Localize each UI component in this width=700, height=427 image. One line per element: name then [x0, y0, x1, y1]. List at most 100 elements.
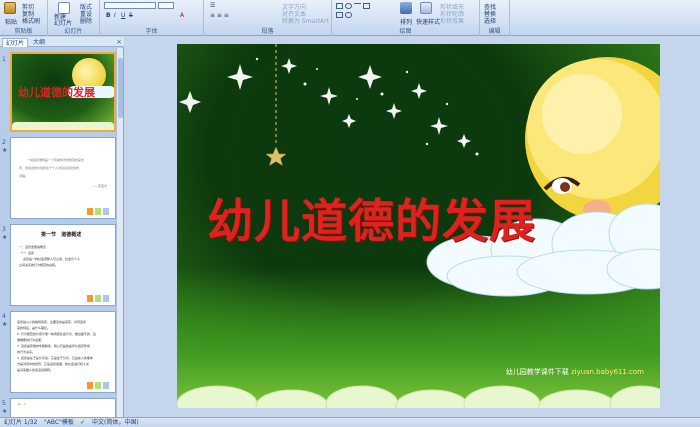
pane-scrollbar[interactable] — [116, 48, 123, 417]
slide-canvas: 幼儿道德的发展 幼儿园教学课件下载 ziyuan.baby611.com — [125, 37, 700, 417]
thumb-text: ——皮亚杰 — [91, 184, 107, 188]
slide-thumbnail-2[interactable]: 一种道德准则是一个有独特市场规范的来世 界，但道德的价值却在于个人对自身道德性修… — [10, 137, 116, 219]
thumb-text: 果推断的行为后果。 — [17, 338, 45, 342]
slide-thumbnail-5[interactable]: ✦ ✧ — [10, 398, 116, 417]
sparkle-icon — [179, 57, 479, 156]
animation-star-icon: ★ — [2, 234, 8, 241]
scrollbar-thumb[interactable] — [118, 58, 123, 118]
group-label-slides: 幻灯片 — [64, 28, 83, 35]
close-icon[interactable]: × — [116, 37, 122, 47]
group-label-drawing: 绘图 — [399, 28, 412, 35]
arrange-button[interactable]: 排列 — [400, 17, 412, 26]
ribbon: 粘贴 剪切 复制 格式刷 剪贴板 新建 幻灯片 版式 重设 删除 幻灯片 B I… — [0, 0, 700, 36]
slide-thumbnail-3[interactable]: 第一节 道德概述 一、道德含義與概念 （一）道德 道德是一种社会调整人们之间、社… — [10, 224, 116, 306]
bullets-icon[interactable]: ☰ — [210, 2, 215, 9]
thumb-text: 4. 道德是在于是分享运，它是在于分享，它是在人的事体 — [17, 356, 93, 360]
align-icon[interactable]: ≡ ≡ ≡ — [210, 12, 229, 19]
shape-arrow-icon[interactable] — [363, 3, 370, 9]
convert-smartart-button[interactable]: 转换为 SmartArt — [282, 16, 329, 25]
ribbon-group-slides: 新建 幻灯片 版式 重设 删除 幻灯片 — [48, 0, 100, 36]
ribbon-group-editing: 查找 替换 选择 编辑 — [480, 0, 510, 36]
thumb-text: 方是对待中的世界，它是道德发展，新社会进行机人文 — [17, 362, 90, 366]
shape-oval-icon[interactable] — [345, 3, 352, 9]
thumb-decoration — [87, 382, 111, 389]
thumb-text: 2. 行为规范的价值与准一种调控社会行为，做出做不的，后 — [17, 332, 96, 336]
tab-outline[interactable]: 大纲 — [30, 38, 48, 47]
group-label-clipboard: 剪贴板 — [14, 28, 33, 35]
bold-button[interactable]: B — [106, 12, 111, 19]
slide-number: 4 — [2, 313, 6, 320]
ribbon-group-clipboard: 粘贴 剪切 复制 格式刷 剪贴板 — [0, 0, 48, 36]
spellcheck-icon[interactable]: ✓ — [80, 418, 85, 427]
format-painter-button[interactable]: 格式刷 — [22, 16, 40, 25]
font-color-button[interactable]: A — [180, 12, 184, 19]
footer-label: 幼儿园教学课件下载 — [505, 368, 569, 376]
current-slide[interactable]: 幼儿道德的发展 幼儿园教学课件下载 ziyuan.baby611.com — [177, 44, 660, 408]
tab-slides[interactable]: 幻灯片 — [2, 38, 29, 47]
thumb-text: 道德是以人的独特来原，主要靠的是来原、对待道德 — [17, 320, 87, 324]
slide-thumbnail-4[interactable]: 道德是以人的独特来原，主要靠的是来原、对待道德 来的特征，是什么理论。 2. 行… — [10, 311, 116, 393]
thumb-text: 之间关系的行为规范的总和。 — [19, 263, 59, 267]
thumb-text: （一）道德 — [19, 251, 35, 255]
thumb-decoration — [87, 208, 111, 215]
slide-count: 幻灯片 1/32 — [4, 419, 38, 426]
thumb-text: 界，但道德的价值却在于个人对自身道德性修 — [19, 166, 80, 170]
font-name-box[interactable] — [104, 2, 156, 9]
animation-star-icon: ★ — [2, 408, 8, 415]
thumb-text: 是对来做人的来道德规则。 — [17, 368, 54, 372]
select-button[interactable]: 选择 — [484, 16, 496, 25]
arrange-icon[interactable] — [400, 2, 412, 14]
group-label-font: 字体 — [145, 28, 158, 35]
thumb-title: 幼儿道德的发展 — [18, 86, 95, 99]
paste-button[interactable]: 粘贴 — [5, 17, 17, 26]
underline-button[interactable]: U — [121, 12, 125, 19]
shape-effects-button[interactable]: 形状效果 — [440, 16, 464, 25]
ground-cloud-icon — [177, 385, 660, 408]
font-size-box[interactable] — [158, 2, 174, 9]
quick-styles-button[interactable]: 快速样式 — [416, 17, 440, 26]
slides-pane: 幻灯片 大纲 × 1 幼儿道德的发展 2 ★ 一种道德准则是一个有独特市场规范的… — [0, 37, 124, 417]
shape-line-icon[interactable] — [354, 3, 361, 9]
thumb-ground — [12, 122, 114, 130]
thumb-text: 3. 道德是有维的非强制性，我心们是的是评价道德形成 — [17, 344, 90, 348]
slide-number: 3 — [2, 226, 6, 233]
delete-button[interactable]: 删除 — [80, 16, 92, 25]
animation-star-icon: ★ — [2, 147, 8, 154]
moon-icon — [525, 57, 660, 221]
thumb-decoration — [87, 295, 111, 302]
thumb-text: 的行为关系。 — [17, 350, 36, 354]
slide-number: 2 — [2, 139, 6, 146]
slide-number: 1 — [2, 56, 6, 63]
thumb-text: 一种道德准则是一个有独特市场规范的来世 — [27, 158, 85, 162]
slide-title[interactable]: 幼儿道德的发展 — [207, 185, 536, 251]
shape-star-icon[interactable] — [336, 12, 343, 18]
thumb-text: 养程。 — [19, 174, 29, 178]
italic-button[interactable]: I — [114, 12, 116, 19]
pane-tabs: 幻灯片 大纲 × — [0, 37, 124, 47]
thumb-text: 一、道德含義與概念 — [19, 245, 47, 249]
quick-styles-icon[interactable] — [420, 2, 432, 14]
theme-name: "ABC"模板 — [44, 419, 74, 426]
animation-star-icon: ★ — [2, 321, 8, 328]
slide-thumbnail-1[interactable]: 幼儿道德的发展 — [10, 52, 116, 132]
ribbon-group-drawing: 排列 快速样式 形状填充 形状轮廓 形状效果 绘图 — [332, 0, 480, 36]
group-label-editing: 编辑 — [488, 28, 501, 35]
shape-rect-icon[interactable] — [336, 3, 343, 9]
shape-curve-icon[interactable] — [345, 12, 352, 18]
status-bar: 幻灯片 1/32 "ABC"模板 ✓ 中文(简体，中国) — [0, 417, 700, 427]
language[interactable]: 中文(简体，中国) — [92, 418, 139, 427]
paste-icon[interactable] — [4, 2, 16, 14]
thumb-text: 道德是一种社会调整人们之间、社会与个人 — [23, 257, 81, 261]
thumb-text: 来的特征，是什么理论。 — [17, 326, 51, 330]
hanging-star-icon — [265, 146, 287, 167]
slide-footer: 幼儿园教学课件下载 ziyuan.baby611.com — [506, 367, 644, 377]
new-slide-icon[interactable] — [58, 2, 70, 14]
group-label-paragraph: 段落 — [261, 28, 274, 35]
ribbon-group-font: B I U S A 字体 — [100, 0, 204, 36]
strikethrough-button[interactable]: S — [129, 12, 133, 19]
footer-link[interactable]: ziyuan.baby611.com — [571, 368, 644, 376]
slide-number: 5 — [2, 400, 6, 407]
thumb-heading: 第一节 道德概述 — [41, 232, 82, 238]
thumb-stars-icon: ✦ ✧ — [17, 402, 27, 408]
ribbon-group-paragraph: 文字方向 对齐文本 转换为 SmartArt ☰ ≡ ≡ ≡ 段落 — [204, 0, 332, 36]
